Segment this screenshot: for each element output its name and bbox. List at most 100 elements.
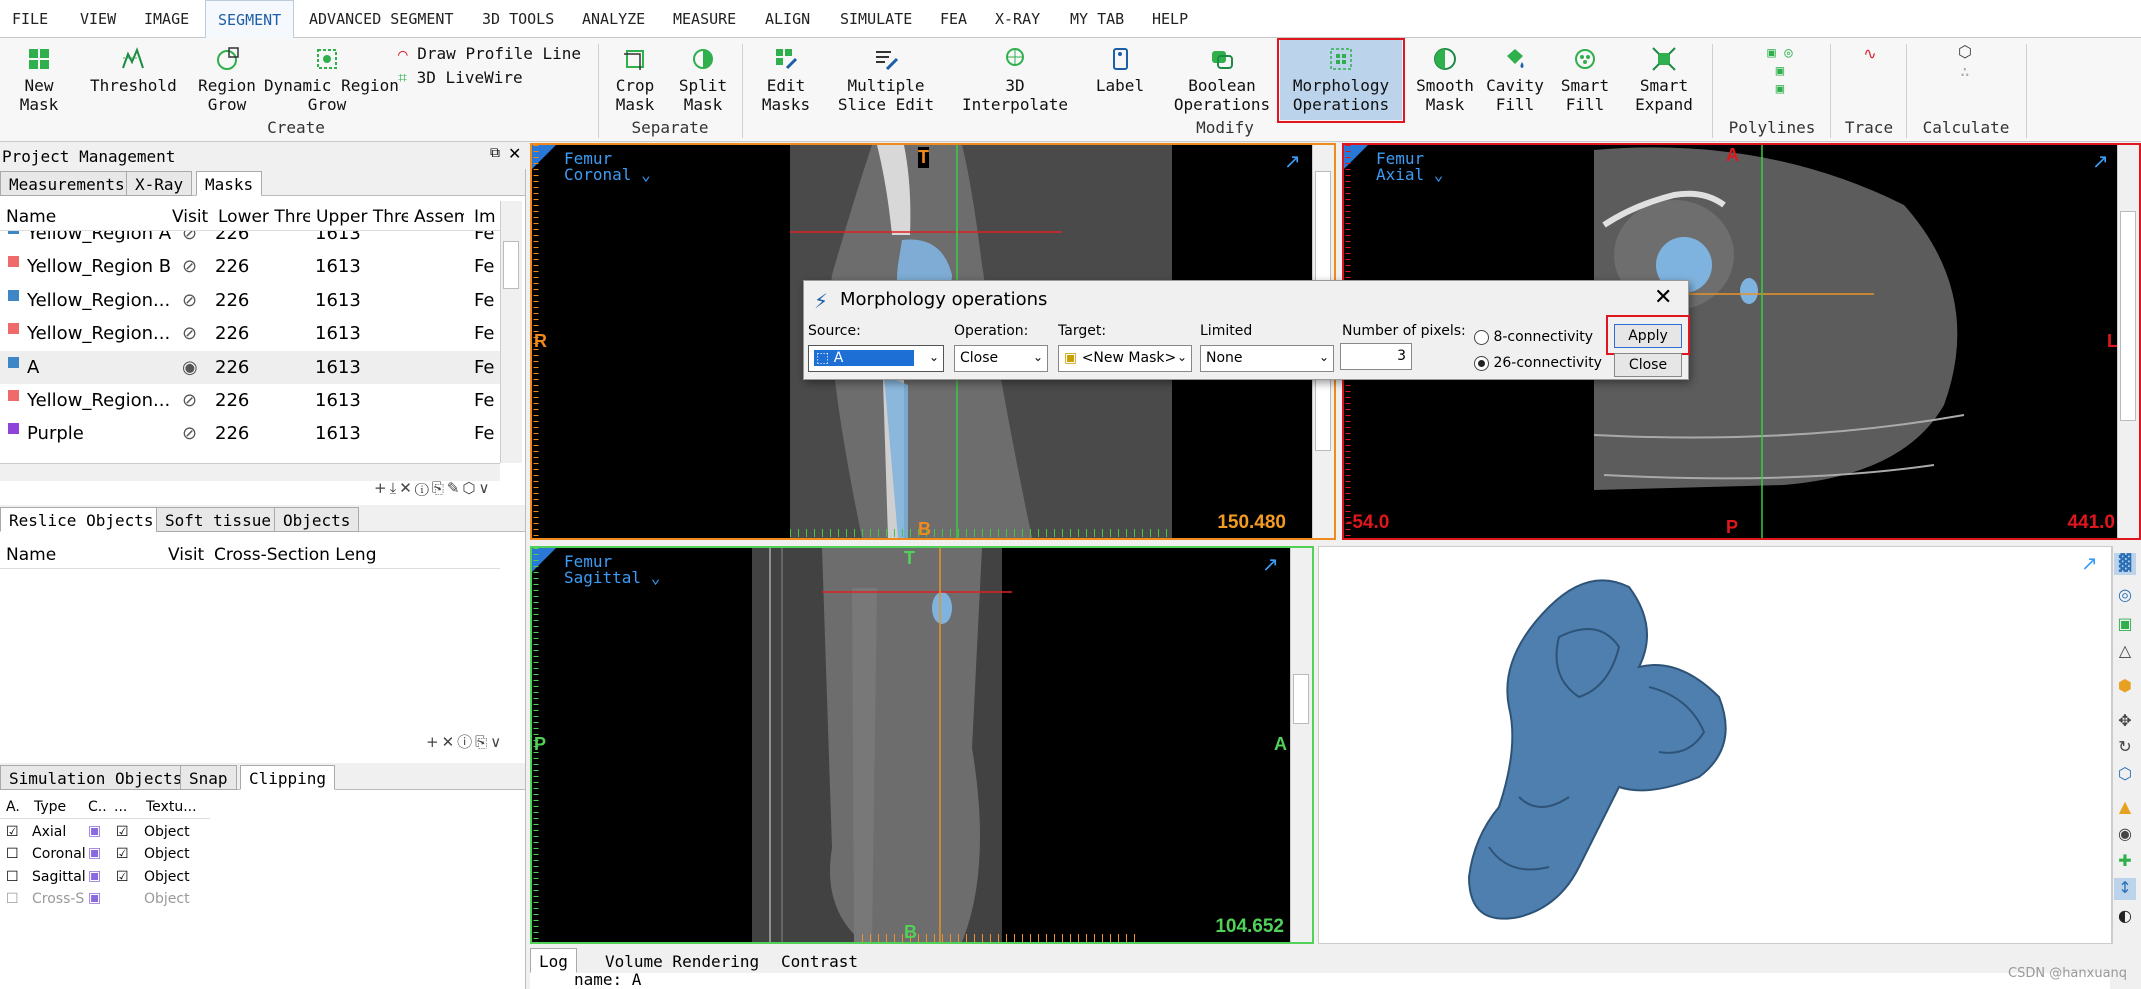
- checkbox[interactable]: ☐: [6, 891, 19, 907]
- scroll-thumb[interactable]: [1293, 674, 1309, 724]
- menu-view[interactable]: VIEW: [80, 10, 116, 28]
- menu-fea[interactable]: FEA: [940, 10, 967, 28]
- menu-measure[interactable]: MEASURE: [673, 10, 736, 28]
- delete-icon[interactable]: ✕: [399, 479, 415, 497]
- add-icon[interactable]: +: [374, 479, 390, 497]
- table-row[interactable]: ☐ Sagittal ▣ ☑ Object: [0, 866, 240, 888]
- checkbox[interactable]: ☐: [6, 846, 19, 862]
- close-icon[interactable]: ✕: [508, 144, 521, 163]
- table-row[interactable]: Yellow_Region B ⊘ 226 1613 Fe: [0, 250, 500, 283]
- pixels-input[interactable]: 3: [1340, 343, 1412, 370]
- dialog-close-button[interactable]: Close: [1614, 353, 1682, 377]
- smart-fill-button[interactable]: Smart Fill: [1556, 46, 1614, 114]
- menu-segment[interactable]: SEGMENT: [205, 0, 295, 39]
- eye-off-icon[interactable]: ⊘: [182, 231, 197, 244]
- menu-3d-tools[interactable]: 3D TOOLS: [482, 10, 554, 28]
- boolean-operations-button[interactable]: Boolean Operations: [1170, 46, 1274, 114]
- menu-my-tab[interactable]: MY TAB: [1070, 10, 1124, 28]
- tab-contrast[interactable]: Contrast: [772, 948, 868, 973]
- col-lower[interactable]: Lower Thre: [218, 207, 310, 227]
- multiple-slice-edit-button[interactable]: Multiple Slice Edit: [836, 46, 936, 114]
- table-row[interactable]: A ◉ 226 1613 Fe: [0, 350, 500, 384]
- cavity-fill-button[interactable]: Cavity Fill: [1486, 46, 1544, 114]
- cube-icon[interactable]: ⬡: [2114, 764, 2136, 786]
- info-icon[interactable]: ⓘ: [457, 733, 475, 751]
- edit-masks-button[interactable]: Edit Masks: [756, 46, 816, 114]
- maximize-icon[interactable]: ↗: [1284, 149, 1301, 173]
- layers-icon[interactable]: ◎: [2114, 585, 2136, 607]
- masks-scrollbar[interactable]: [500, 201, 522, 463]
- sagittal-view[interactable]: Femur Sagittal ⌄ T B P A 104.652 ↗: [530, 546, 1314, 944]
- eye-off-icon[interactable]: ⊘: [182, 256, 197, 277]
- tab-measurements[interactable]: Measurements: [0, 171, 134, 196]
- tab-xray[interactable]: X-Ray: [126, 171, 193, 196]
- smart-expand-button[interactable]: Smart Expand: [1632, 46, 1696, 114]
- tab-simulation-objects[interactable]: Simulation Objects: [0, 765, 192, 790]
- eye-off-icon[interactable]: ⊘: [182, 290, 197, 311]
- label-button[interactable]: Label: [1094, 46, 1146, 95]
- eye-icon[interactable]: ◉: [2114, 824, 2136, 846]
- scroll-thumb[interactable]: [2120, 211, 2136, 421]
- col-visible[interactable]: Visit: [168, 545, 206, 565]
- smooth-mask-button[interactable]: Smooth Mask: [1416, 46, 1474, 114]
- 3d-interpolate-button[interactable]: 3D Interpolate: [950, 46, 1080, 114]
- 3d-view[interactable]: ↗: [1318, 546, 2112, 944]
- tab-volume-rendering[interactable]: Volume Rendering: [596, 948, 769, 973]
- menu-xray[interactable]: X-RAY: [995, 10, 1040, 28]
- triangle-icon[interactable]: △: [2114, 641, 2136, 663]
- table-row[interactable]: Yellow_Region A ⊘ 226 1613 Fe: [0, 231, 500, 250]
- col-cross-section[interactable]: Cross-Section Leng: [214, 545, 377, 565]
- col-active[interactable]: A.: [6, 799, 20, 815]
- polylines-tools[interactable]: ▣ ◎ ▣ ▣: [1740, 44, 1820, 98]
- delete-icon[interactable]: ✕: [442, 733, 458, 751]
- col-visible[interactable]: Visit: [172, 207, 208, 227]
- grid-icon[interactable]: ▓: [2114, 553, 2136, 575]
- livewire-button[interactable]: ⌗ 3D LiveWire: [398, 68, 523, 87]
- scroll-thumb[interactable]: [503, 241, 519, 289]
- region-grow-button[interactable]: Region Grow: [196, 46, 258, 114]
- move-icon[interactable]: ✥: [2114, 711, 2136, 733]
- col-name[interactable]: Name: [6, 207, 166, 227]
- menu-simulate[interactable]: SIMULATE: [840, 10, 912, 28]
- menu-image[interactable]: IMAGE: [144, 10, 189, 28]
- tab-masks[interactable]: Masks: [196, 171, 263, 196]
- col-name[interactable]: Name: [6, 545, 56, 565]
- tab-objects[interactable]: Objects: [274, 507, 360, 532]
- menu-help[interactable]: HELP: [1152, 10, 1188, 28]
- table-row[interactable]: ☐ Coronal ▣ ☑ Object: [0, 843, 240, 865]
- menu-file[interactable]: FILE: [12, 10, 48, 28]
- table-row[interactable]: Yellow_Region... ⊘ 226 1613 Fe: [0, 317, 500, 350]
- tab-snap[interactable]: Snap: [180, 765, 237, 790]
- threshold-button[interactable]: Threshold: [90, 46, 177, 95]
- chevron-down-icon[interactable]: ⌄: [631, 165, 651, 184]
- maximize-icon[interactable]: ↗: [2092, 149, 2109, 173]
- source-select[interactable]: ⬚ A ⌄: [808, 345, 944, 372]
- checkbox[interactable]: ☑: [116, 824, 129, 840]
- limited-select[interactable]: None ⌄: [1200, 345, 1334, 372]
- contrast-icon[interactable]: ◐: [2114, 906, 2136, 928]
- operation-select[interactable]: Close ⌄: [954, 345, 1048, 372]
- dynamic-region-grow-button[interactable]: Dynamic Region Grow: [264, 46, 399, 114]
- eye-off-icon[interactable]: ⊘: [182, 323, 197, 344]
- tab-soft-tissue[interactable]: Soft tissue: [156, 507, 280, 532]
- table-row[interactable]: ☑ Axial ▣ ☑ Object: [0, 821, 240, 843]
- cube-icon[interactable]: ⬡: [462, 479, 478, 497]
- table-row[interactable]: Purple ⊘ 226 1613 Fe: [0, 417, 500, 450]
- checkbox[interactable]: ☑: [116, 869, 129, 885]
- tab-reslice-objects[interactable]: Reslice Objects: [0, 507, 163, 532]
- info-icon[interactable]: ⓘ: [415, 479, 432, 497]
- paint-icon[interactable]: ✎: [447, 479, 463, 497]
- copy-icon[interactable]: ⎘: [432, 479, 447, 497]
- chevron-down-icon[interactable]: ⌄: [1424, 165, 1444, 184]
- col-type[interactable]: Type: [34, 799, 66, 815]
- eye-off-icon[interactable]: ⊘: [182, 423, 197, 444]
- trace-button[interactable]: ∿: [1855, 44, 1885, 63]
- float-icon[interactable]: ⧉: [490, 145, 500, 161]
- connectivity-26-radio[interactable]: 26-connectivity: [1474, 355, 1602, 371]
- crop-mask-button[interactable]: Crop Mask: [610, 46, 660, 114]
- maximize-icon[interactable]: ↗: [2081, 551, 2098, 575]
- more-icon[interactable]: ∨: [479, 479, 493, 497]
- clip-icon[interactable]: ↕: [2114, 878, 2136, 900]
- menu-align[interactable]: ALIGN: [765, 10, 810, 28]
- checkbox[interactable]: ☑: [116, 846, 129, 862]
